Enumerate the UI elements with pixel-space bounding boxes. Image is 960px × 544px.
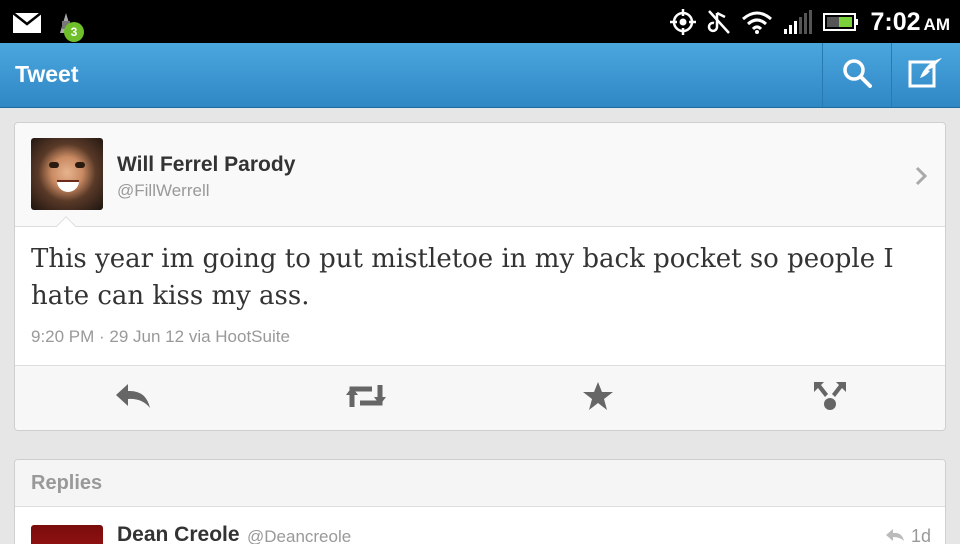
replies-title: Replies bbox=[31, 472, 103, 494]
favorite-button[interactable] bbox=[576, 378, 620, 418]
retweet-icon bbox=[344, 381, 388, 415]
compose-icon bbox=[908, 56, 944, 94]
chevron-right-icon bbox=[913, 165, 929, 191]
status-bar: 3 7:02 AM bbox=[0, 0, 960, 43]
tweet-meta: 9:20 PM · 29 Jun 12 via HootSuite bbox=[31, 327, 290, 346]
reply-indicator-icon bbox=[885, 526, 905, 544]
author-handle: @FillWerrell bbox=[117, 181, 210, 200]
reply-author-name: Dean Creole bbox=[117, 523, 240, 544]
compose-button[interactable] bbox=[891, 43, 959, 107]
mail-icon bbox=[12, 12, 42, 34]
reply-button[interactable] bbox=[111, 378, 155, 418]
tweet-text: This year im going to put mistletoe in m… bbox=[31, 244, 894, 311]
tweet-actions bbox=[15, 365, 945, 430]
avatar[interactable] bbox=[31, 138, 103, 210]
replies-header: Replies bbox=[15, 460, 945, 507]
search-button[interactable] bbox=[822, 43, 890, 107]
reply-author-handle: @Deancreole bbox=[247, 527, 352, 544]
reply-time: 1d bbox=[885, 526, 931, 544]
wifi-icon bbox=[741, 10, 773, 34]
notification-count-badge: 3 bbox=[64, 22, 84, 42]
status-bar-system: 7:02 AM bbox=[659, 4, 951, 40]
silent-icon bbox=[707, 9, 731, 35]
status-clock: 7:02 AM bbox=[870, 7, 951, 36]
avatar[interactable] bbox=[31, 525, 103, 544]
search-icon bbox=[841, 57, 873, 93]
retweet-button[interactable] bbox=[344, 378, 388, 418]
tweet-author-header[interactable]: Will Ferrel Parody @FillWerrell bbox=[15, 123, 945, 227]
replies-section: Replies Dean Creole @Deancreole 1d bbox=[14, 459, 946, 544]
share-button[interactable] bbox=[808, 378, 852, 418]
signal-icon bbox=[783, 9, 813, 35]
share-icon bbox=[812, 380, 848, 416]
favorite-icon bbox=[582, 381, 614, 415]
author-name: Will Ferrel Parody bbox=[117, 153, 296, 176]
reply-icon bbox=[114, 382, 152, 414]
battery-icon bbox=[822, 11, 859, 33]
action-bar: Tweet bbox=[0, 43, 960, 108]
gps-icon bbox=[669, 8, 697, 36]
tweet-card: Will Ferrel Parody @FillWerrell This yea… bbox=[14, 122, 946, 431]
page-title: Tweet bbox=[15, 61, 79, 87]
